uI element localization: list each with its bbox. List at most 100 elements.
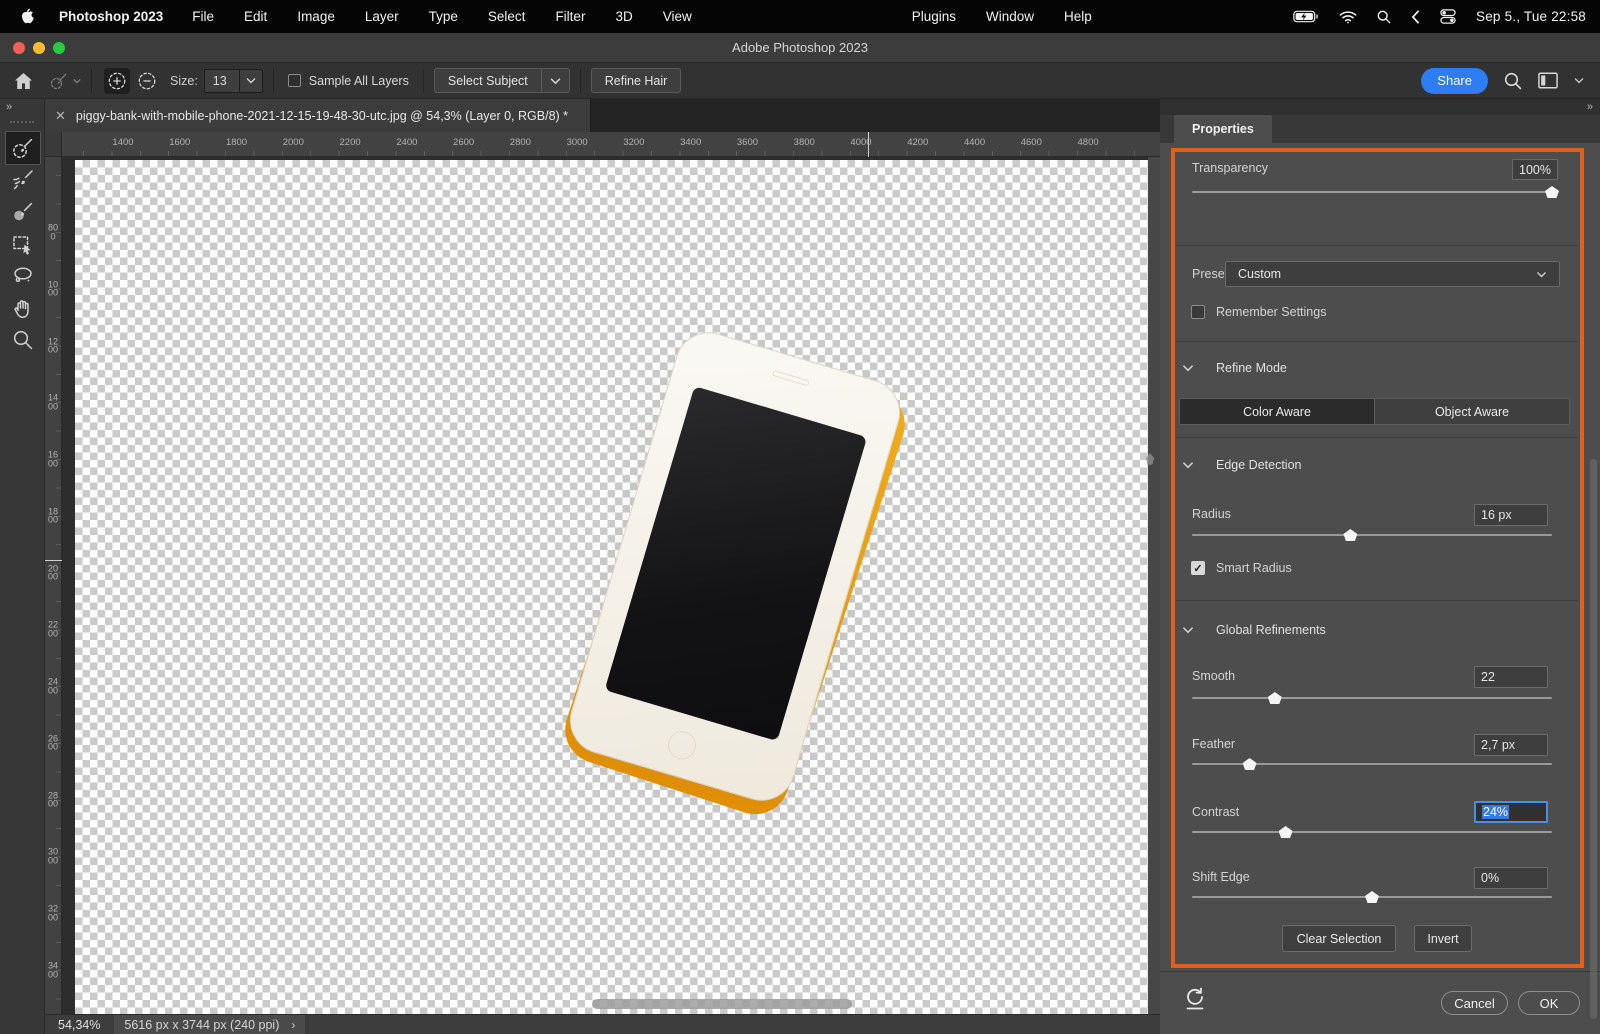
slider-thumb[interactable]: [1343, 529, 1357, 541]
apple-logo-icon[interactable]: [20, 8, 35, 25]
menubar-menu-3d[interactable]: 3D: [600, 9, 647, 24]
object-selection-tool[interactable]: [5, 229, 41, 259]
tool-preset-icon[interactable]: [49, 71, 81, 91]
smooth-value[interactable]: 22: [1474, 666, 1548, 688]
radius-value[interactable]: 16 px: [1474, 504, 1548, 526]
shift-edge-slider[interactable]: [1192, 890, 1552, 904]
slider-thumb[interactable]: [1268, 692, 1282, 704]
collapse-section-icon[interactable]: [1182, 364, 1194, 372]
sample-all-layers-label: Sample All Layers: [309, 74, 409, 88]
slider-thumb[interactable]: [1243, 758, 1257, 770]
ruler-v-number: 1200: [48, 337, 58, 354]
menubar-menu-image[interactable]: Image: [282, 9, 350, 24]
menubar-menu-layer[interactable]: Layer: [350, 9, 414, 24]
preset-dropdown[interactable]: Custom: [1225, 261, 1560, 287]
menubar-menu-help[interactable]: Help: [1049, 9, 1107, 24]
vertical-scrollbar[interactable]: [1146, 453, 1154, 465]
lasso-tool[interactable]: [5, 261, 41, 291]
ruler-h-number: 2800: [510, 137, 531, 148]
chevron-right-icon[interactable]: ›: [291, 1018, 295, 1032]
brush-add-button[interactable]: [104, 68, 130, 94]
horizontal-scrollbar[interactable]: [592, 999, 852, 1009]
chevron-down-icon[interactable]: [1574, 77, 1584, 84]
brush-size-select[interactable]: 13: [204, 69, 263, 93]
share-button[interactable]: Share: [1421, 68, 1488, 94]
transparency-value[interactable]: 100%: [1512, 159, 1558, 180]
smooth-slider[interactable]: [1192, 691, 1552, 705]
brush-size-value[interactable]: 13: [205, 74, 239, 88]
search-icon[interactable]: [1504, 72, 1522, 90]
menubar-menu-view[interactable]: View: [648, 9, 707, 24]
zoom-level[interactable]: 54,34%: [58, 1018, 100, 1032]
spotlight-icon[interactable]: [1377, 10, 1391, 24]
menubar-menu-filter[interactable]: Filter: [540, 9, 600, 24]
edge-detection-title[interactable]: Edge Detection: [1216, 458, 1301, 472]
object-aware-button[interactable]: Object Aware: [1374, 399, 1569, 424]
brush-tool[interactable]: [5, 197, 41, 227]
ruler-v-number: 3200: [48, 905, 58, 922]
clear-selection-button[interactable]: Clear Selection: [1282, 925, 1396, 952]
quick-selection-tool[interactable]: [5, 131, 41, 165]
slider-thumb[interactable]: [1279, 826, 1293, 838]
zoom-tool[interactable]: [5, 325, 41, 355]
refine-hair-button[interactable]: Refine Hair: [591, 68, 682, 93]
collapse-panel-icon[interactable]: »: [1587, 101, 1592, 113]
menubar-app-name[interactable]: Photoshop 2023: [45, 9, 177, 24]
reset-icon[interactable]: [1184, 987, 1206, 1014]
phone-home-button: [665, 728, 700, 763]
select-subject-dropdown-button[interactable]: [542, 68, 570, 93]
feather-slider[interactable]: [1192, 757, 1552, 771]
ruler-h-number: 3600: [737, 137, 758, 148]
contrast-value[interactable]: 24%: [1474, 801, 1548, 823]
hand-tool[interactable]: [5, 293, 41, 323]
document-tab-title: piggy-bank-with-mobile-phone-2021-12-15-…: [76, 109, 568, 123]
wifi-icon[interactable]: [1339, 10, 1357, 24]
workspace-icon[interactable]: [1538, 72, 1558, 89]
menubar-menu-file[interactable]: File: [177, 9, 229, 24]
menubar-menu-plugins[interactable]: Plugins: [897, 9, 971, 24]
color-aware-button[interactable]: Color Aware: [1180, 399, 1374, 424]
refine-mode-title[interactable]: Refine Mode: [1216, 361, 1287, 375]
global-refinements-title[interactable]: Global Refinements: [1216, 623, 1326, 637]
ok-button[interactable]: OK: [1518, 991, 1580, 1015]
home-icon[interactable]: [14, 72, 33, 90]
document-tab[interactable]: ✕ piggy-bank-with-mobile-phone-2021-12-1…: [45, 99, 591, 132]
window-titlebar: Adobe Photoshop 2023: [0, 33, 1600, 63]
menubar-menu-window[interactable]: Window: [971, 9, 1049, 24]
ruler-h-number: 3000: [567, 137, 588, 148]
macos-menubar: Photoshop 2023 FileEditImageLayerTypeSel…: [0, 0, 1600, 33]
document-dimensions[interactable]: 5616 px x 3744 px (240 ppi) ›: [114, 1015, 305, 1034]
sample-all-layers-checkbox[interactable]: Sample All Layers: [288, 74, 409, 88]
radius-slider[interactable]: [1192, 528, 1552, 542]
panel-topstrip: »: [1160, 99, 1600, 115]
checkbox-icon[interactable]: [288, 74, 301, 87]
select-subject-button[interactable]: Select Subject: [434, 68, 542, 93]
menubar-menu-type[interactable]: Type: [414, 9, 473, 24]
battery-icon[interactable]: [1293, 10, 1319, 23]
shift-edge-value[interactable]: 0%: [1474, 867, 1548, 889]
remember-settings-checkbox[interactable]: [1191, 305, 1205, 319]
menubar-menu-select[interactable]: Select: [473, 9, 541, 24]
menubar-clock[interactable]: Sep 5., Tue 22:58: [1476, 9, 1586, 24]
canvas[interactable]: [62, 157, 1148, 1014]
contrast-slider[interactable]: [1192, 825, 1552, 839]
chevron-down-icon[interactable]: [239, 70, 262, 92]
chevron-left-icon[interactable]: [1411, 10, 1420, 24]
slider-thumb[interactable]: [1365, 891, 1379, 903]
cancel-button[interactable]: Cancel: [1441, 991, 1508, 1015]
collapse-panel-icon[interactable]: »: [6, 101, 11, 113]
refine-edge-brush-tool[interactable]: [5, 165, 41, 195]
control-center-icon[interactable]: [1440, 9, 1456, 24]
menubar-menu-edit[interactable]: Edit: [229, 9, 282, 24]
collapse-section-icon[interactable]: [1182, 626, 1194, 634]
close-tab-icon[interactable]: ✕: [55, 108, 66, 124]
brush-subtract-button[interactable]: [134, 68, 160, 94]
tab-properties[interactable]: Properties: [1174, 115, 1272, 143]
panel-scrollbar[interactable]: [1590, 459, 1597, 1019]
collapse-section-icon[interactable]: [1182, 461, 1194, 469]
invert-button[interactable]: Invert: [1414, 925, 1472, 952]
panel-grip[interactable]: [10, 121, 34, 123]
smart-radius-checkbox[interactable]: ✓: [1191, 561, 1205, 575]
transparency-slider[interactable]: [1192, 185, 1552, 199]
feather-value[interactable]: 2,7 px: [1474, 734, 1548, 756]
